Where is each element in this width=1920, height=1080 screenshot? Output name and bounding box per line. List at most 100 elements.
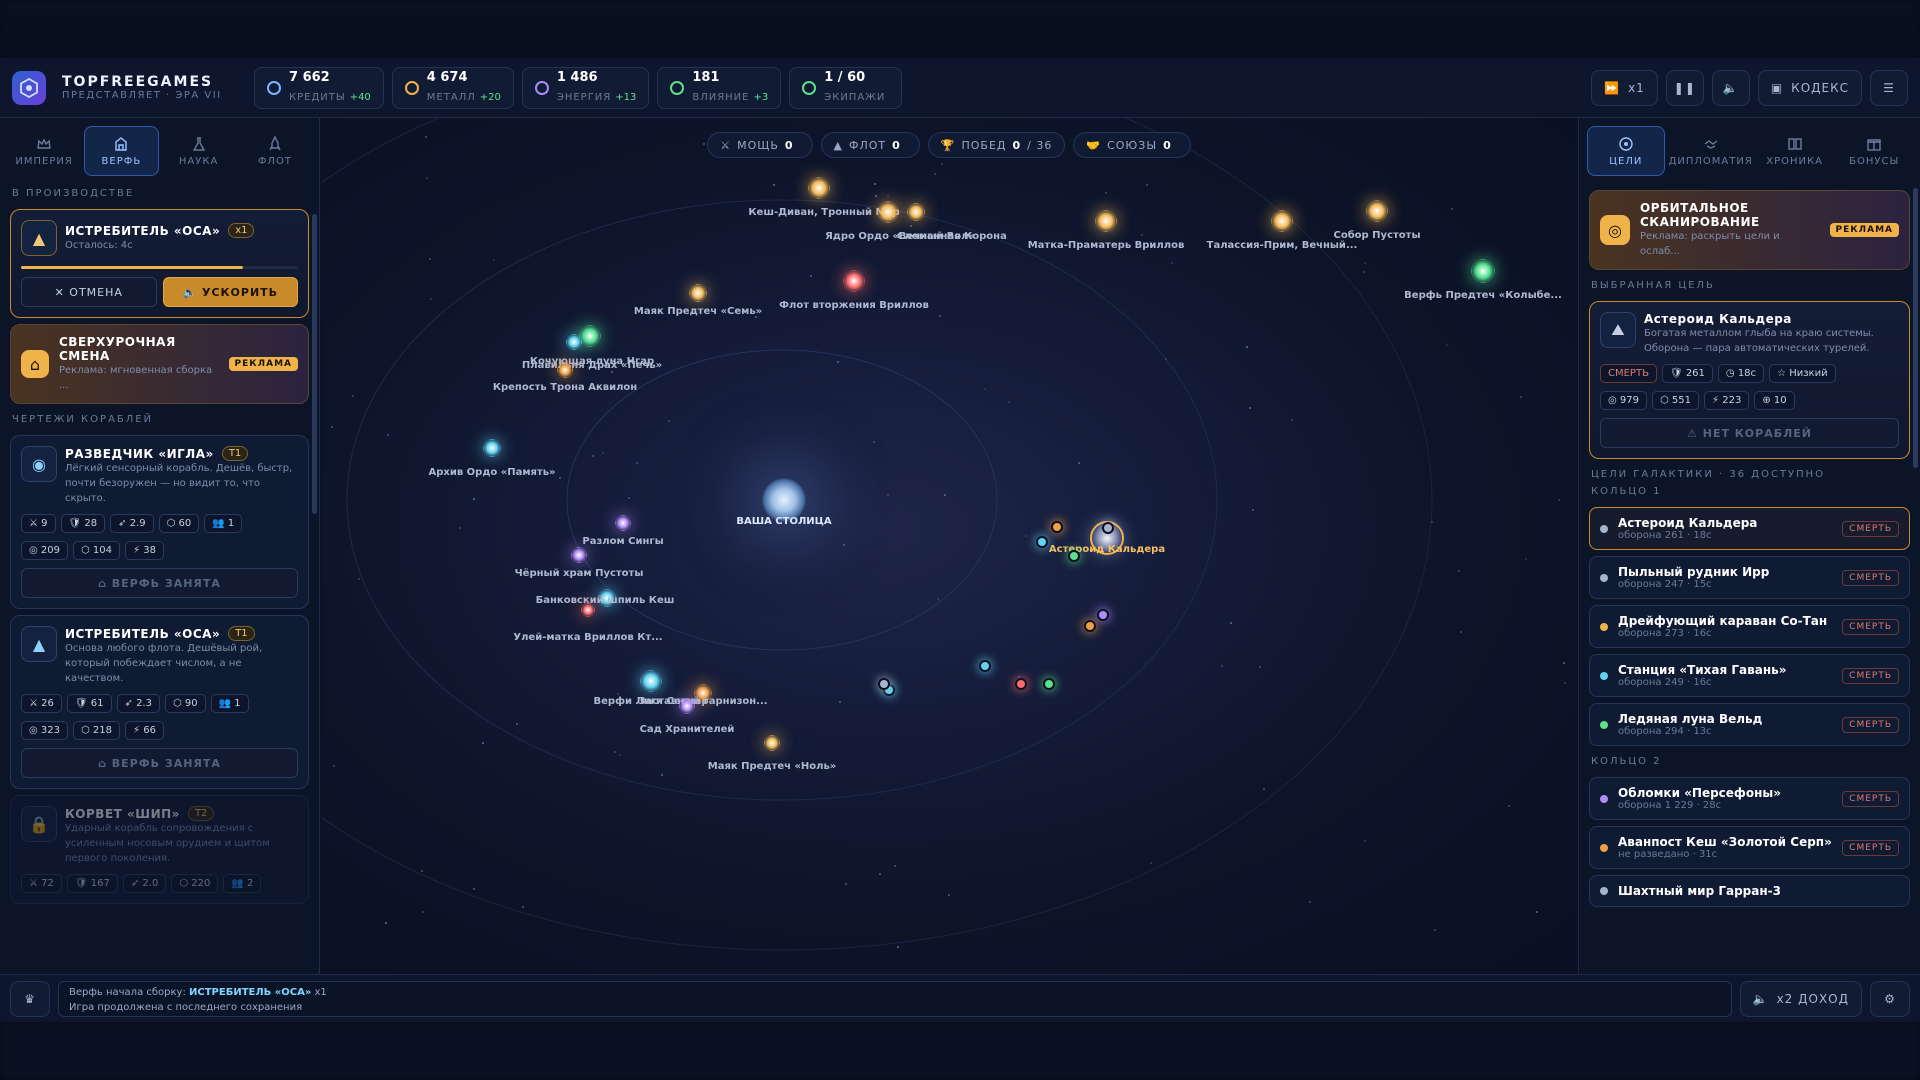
orbit-rings bbox=[322, 118, 1433, 951]
ship-cost: ⚡ 66 bbox=[125, 721, 164, 740]
target-list-item[interactable]: Шахтный мир Гарран-3 bbox=[1589, 875, 1910, 907]
ring-1-heading: КОЛЬЦО 1 bbox=[1591, 486, 1662, 497]
target-node[interactable] bbox=[1068, 550, 1080, 562]
fighter-icon: ▲ bbox=[21, 626, 57, 662]
star-system-label: Талассия-Прим, Вечный... bbox=[1206, 240, 1358, 251]
target-list-item[interactable]: Станция «Тихая Гавань» оборона 249 · 16с … bbox=[1589, 654, 1910, 697]
target-dot bbox=[1600, 622, 1608, 631]
star-system-node[interactable] bbox=[1271, 210, 1293, 232]
target-node[interactable] bbox=[979, 660, 991, 672]
star-system-node[interactable] bbox=[566, 334, 582, 350]
right-panel: ЦЕЛИ ДИПЛОМАТИЯ ХРОНИКА БОНУСЫ ◎ ОРБИТАЛ… bbox=[1578, 118, 1920, 974]
target-list-item[interactable]: Дрейфующий караван Со-Тан оборона 273 · 1… bbox=[1589, 605, 1910, 648]
resource-value: 4 674 bbox=[426, 70, 468, 85]
star-system-node[interactable] bbox=[679, 698, 695, 714]
tab-bonuses[interactable]: БОНУСЫ bbox=[1836, 126, 1912, 176]
defense-stat: 🛡 261 bbox=[1661, 364, 1713, 383]
star-system-node[interactable] bbox=[1471, 259, 1495, 283]
star-system-node[interactable] bbox=[581, 603, 595, 617]
target-list-item[interactable]: Астероид Кальдера оборона 261 · 18с СМЕРТ… bbox=[1589, 507, 1910, 550]
no-ships-button[interactable]: ⚠ НЕТ КОРАБЛЕЙ bbox=[1600, 418, 1899, 448]
crown-button[interactable]: ♛ bbox=[10, 980, 50, 1017]
star-system-node[interactable] bbox=[808, 177, 830, 199]
ship-cost: ⚡ 38 bbox=[125, 541, 164, 560]
galaxy-map[interactable]: ⚔ МОЩЬ 0 ▲ ФЛОТ 0 🏆 ПОБЕД 0/ 36 🤝 СОЮЗЫ 0 Собор Пус… bbox=[322, 118, 1576, 974]
menu-button[interactable]: ☰ bbox=[1870, 69, 1908, 106]
map-stat-2: 🏆 ПОБЕД 0 / 36 bbox=[927, 132, 1066, 158]
tab-empire[interactable]: ИМПЕРИЯ bbox=[8, 126, 80, 176]
star-system-node[interactable] bbox=[907, 203, 925, 221]
target-list-item[interactable]: Ледяная луна Вельд оборона 294 · 13с СМЕР… bbox=[1589, 703, 1910, 746]
right-tabs: ЦЕЛИ ДИПЛОМАТИЯ ХРОНИКА БОНУСЫ bbox=[1579, 118, 1920, 184]
shipyard-busy-button[interactable]: ⌂ ВЕРФЬ ЗАНЯТА bbox=[21, 748, 298, 778]
star bbox=[1229, 621, 1232, 624]
pause-button[interactable]: ❚❚ bbox=[1665, 69, 1704, 106]
star-system-node[interactable] bbox=[764, 735, 780, 751]
settings-button[interactable]: ⚙ bbox=[1870, 980, 1910, 1017]
ship-stat-value: 60 bbox=[178, 518, 192, 529]
target-node[interactable] bbox=[1043, 678, 1055, 690]
tab-science-label: НАУКА bbox=[178, 155, 219, 167]
double-income-button[interactable]: 🔈 x2 ДОХОД bbox=[1739, 980, 1862, 1017]
star-system-node[interactable] bbox=[483, 439, 501, 457]
star-system-label: Банковский шпиль Кеш bbox=[535, 595, 675, 606]
target-node[interactable] bbox=[1036, 536, 1048, 548]
sound-button[interactable]: 🔈 bbox=[1711, 69, 1750, 106]
target-list-item[interactable]: Пыльный рудник Ирр оборона 247 · 15с СМЕР… bbox=[1589, 556, 1910, 599]
overtime-ad-card[interactable]: ⌂ СВЕРХУРОЧНАЯ СМЕНА Реклама: мгновенная… bbox=[10, 324, 309, 404]
tier-value: Низкий bbox=[1789, 368, 1828, 379]
codex-label: КОДЕКС bbox=[1791, 80, 1849, 95]
star-system-node[interactable] bbox=[579, 325, 601, 347]
factory-icon: ⌂ bbox=[21, 350, 49, 378]
cancel-button[interactable]: ✕ ОТМЕНА bbox=[21, 277, 157, 307]
star-system-node[interactable] bbox=[1095, 210, 1117, 232]
tab-shipyard[interactable]: ВЕРФЬ bbox=[84, 126, 159, 176]
map-stat-value: 0 bbox=[892, 138, 901, 152]
speed-button[interactable]: ⏩ x1 bbox=[1591, 69, 1658, 106]
target-dot bbox=[1600, 843, 1608, 852]
tab-chronicle-label: ХРОНИКА bbox=[1766, 155, 1823, 167]
right-scrollbar[interactable] bbox=[1913, 188, 1918, 468]
star-system-node[interactable] bbox=[557, 362, 573, 378]
star-system-node[interactable] bbox=[1366, 200, 1388, 222]
star-system-node[interactable] bbox=[843, 270, 865, 292]
ship-stat: ⚔ 26 bbox=[21, 694, 62, 713]
target-list-item[interactable]: Обломки «Персефоны» оборона 1 229 · 28с С… bbox=[1589, 777, 1910, 820]
shipyard-busy-button[interactable]: ⌂ ВЕРФЬ ЗАНЯТА bbox=[21, 568, 298, 598]
target-node[interactable] bbox=[1102, 522, 1114, 534]
blueprint-card: ▲ ИСТРЕБИТЕЛЬ «ОСА» T1 Основа любого флот… bbox=[10, 615, 309, 789]
target-node[interactable] bbox=[1084, 620, 1096, 632]
log-prefix: Верфь начала сборку: bbox=[69, 986, 186, 998]
target-node[interactable] bbox=[1051, 521, 1063, 533]
left-scrollbar[interactable] bbox=[312, 214, 317, 514]
star bbox=[384, 921, 387, 924]
star-system-node[interactable] bbox=[689, 284, 707, 302]
tab-diplomacy[interactable]: ДИПЛОМАТИЯ bbox=[1669, 126, 1753, 176]
ship-desc: Основа любого флота. Дешёвый рой, которы… bbox=[65, 643, 263, 684]
credits-icon bbox=[267, 80, 281, 95]
tab-targets[interactable]: ЦЕЛИ bbox=[1587, 126, 1665, 176]
loot-metal-value: 551 bbox=[1671, 395, 1692, 406]
speed-up-button[interactable]: 🔈 УСКОРИТЬ bbox=[162, 277, 298, 307]
star-system-node[interactable] bbox=[877, 201, 899, 223]
target-node[interactable] bbox=[1015, 678, 1027, 690]
tab-chronicle[interactable]: ХРОНИКА bbox=[1757, 126, 1833, 176]
star bbox=[591, 454, 594, 457]
star-system-node[interactable] bbox=[615, 515, 631, 531]
star-system-node[interactable] bbox=[640, 670, 662, 692]
tab-science[interactable]: НАУКА bbox=[163, 126, 235, 176]
star bbox=[1251, 508, 1254, 511]
target-node[interactable] bbox=[1097, 609, 1109, 621]
target-dot bbox=[1600, 720, 1608, 729]
target-list-item[interactable]: Аванпост Кеш «Золотой Серп» не разведано … bbox=[1589, 826, 1910, 869]
star bbox=[936, 598, 939, 601]
orbital-scan-ad-card[interactable]: ◎ ОРБИТАЛЬНОЕ СКАНИРОВАНИЕ Реклама: раск… bbox=[1589, 190, 1910, 270]
tab-fleet[interactable]: ФЛОТ bbox=[239, 126, 311, 176]
production-progress-fill bbox=[21, 266, 243, 269]
resource-label: ЭНЕРГИЯ bbox=[556, 92, 612, 103]
log-line-2: Игра продолжена с последнего сохранения bbox=[69, 1001, 303, 1013]
star-system-node[interactable] bbox=[571, 547, 587, 563]
codex-button[interactable]: ▣ КОДЕКС bbox=[1757, 69, 1862, 106]
target-sub: не разведано · 31с bbox=[1618, 849, 1718, 860]
target-node[interactable] bbox=[878, 678, 890, 690]
